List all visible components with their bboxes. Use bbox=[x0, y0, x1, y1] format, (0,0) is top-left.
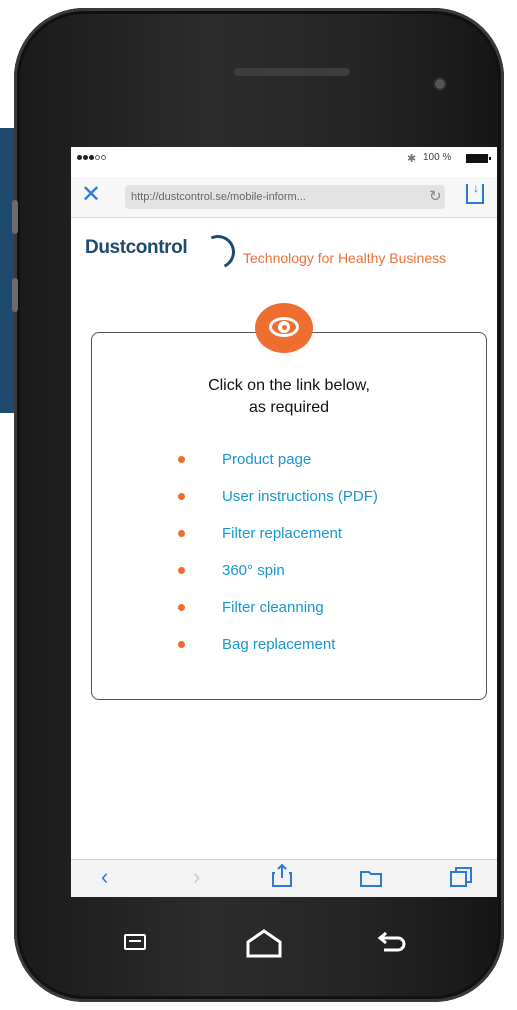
link-360-spin[interactable]: 360° spin bbox=[222, 562, 285, 579]
logo-swoosh bbox=[196, 230, 240, 274]
bullet-icon bbox=[178, 456, 185, 463]
links-card: Click on the link below, as required Pro… bbox=[91, 332, 487, 700]
eye-icon bbox=[255, 303, 313, 353]
battery-percentage: 100 % bbox=[423, 152, 452, 163]
bullet-icon bbox=[178, 530, 185, 537]
bullet-icon bbox=[178, 567, 185, 574]
home-icon[interactable] bbox=[244, 928, 284, 958]
volume-up-button bbox=[12, 200, 18, 234]
bullet-icon bbox=[178, 604, 185, 611]
battery-icon bbox=[466, 154, 491, 163]
back-icon[interactable] bbox=[376, 932, 406, 954]
volume-down-button bbox=[12, 278, 18, 312]
instruction-line-2: as required bbox=[248, 399, 330, 416]
signal-strength-icon bbox=[77, 155, 106, 160]
browser-toolbar: ‹ › bbox=[71, 859, 497, 897]
url-field[interactable]: http://dustcontrol.se/mobile-inform... bbox=[125, 185, 445, 209]
link-filter-replacement[interactable]: Filter replacement bbox=[222, 525, 342, 542]
bluetooth-icon: ✱ bbox=[407, 153, 417, 165]
menu-icon[interactable] bbox=[124, 934, 146, 950]
bullet-icon bbox=[178, 493, 185, 500]
phone-screen: ✱ 100 % ✕ http://dustcontrol.se/mobile-i… bbox=[71, 147, 497, 897]
close-icon[interactable]: ✕ bbox=[81, 183, 101, 207]
card-instruction: Click on the link below, as required bbox=[92, 375, 486, 419]
link-product-page[interactable]: Product page bbox=[222, 451, 311, 468]
android-nav-bar bbox=[0, 920, 517, 960]
link-filter-cleaning[interactable]: Filter cleanning bbox=[222, 599, 324, 616]
download-icon[interactable]: ↓ bbox=[466, 182, 484, 204]
bookmarks-icon[interactable] bbox=[359, 868, 383, 888]
forward-chevron-icon[interactable]: › bbox=[193, 866, 200, 888]
dustcontrol-logo: Dustcontrol bbox=[85, 230, 240, 274]
tabs-icon[interactable] bbox=[449, 866, 473, 888]
link-bag-replacement[interactable]: Bag replacement bbox=[222, 636, 335, 653]
back-chevron-icon[interactable]: ‹ bbox=[101, 866, 108, 888]
share-icon[interactable] bbox=[271, 864, 293, 888]
front-camera bbox=[433, 77, 447, 91]
status-bar: ✱ 100 % bbox=[71, 147, 497, 171]
phone-frame: ✱ 100 % ✕ http://dustcontrol.se/mobile-i… bbox=[14, 8, 504, 1002]
bullet-icon bbox=[178, 641, 185, 648]
tagline: Technology for Healthy Business bbox=[243, 250, 447, 266]
speaker-grille bbox=[234, 68, 350, 76]
reload-icon[interactable]: ↻ bbox=[429, 187, 442, 205]
link-user-instructions[interactable]: User instructions (PDF) bbox=[222, 488, 378, 505]
browser-address-bar: ✕ http://dustcontrol.se/mobile-inform...… bbox=[71, 177, 497, 218]
instruction-line-1: Click on the link below, bbox=[208, 377, 370, 394]
